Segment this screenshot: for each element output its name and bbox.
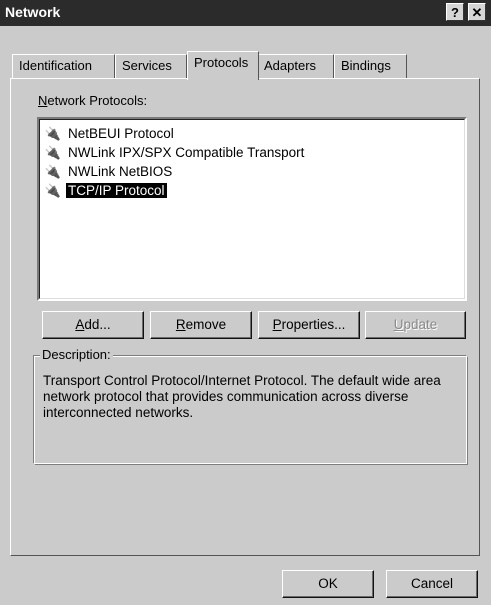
close-button[interactable]: ✕ bbox=[468, 3, 486, 21]
list-item[interactable]: 🔌 NetBEUI Protocol bbox=[44, 124, 176, 143]
network-protocol-icon: 🔌 bbox=[44, 126, 62, 141]
tab-identification[interactable]: Identification bbox=[12, 54, 115, 78]
protocols-listbox[interactable]: 🔌 NetBEUI Protocol 🔌 NWLink IPX/SPX Compat… bbox=[37, 117, 467, 301]
description-text: Transport Control Protocol/Internet Prot… bbox=[43, 373, 441, 420]
add-button[interactable]: Add... bbox=[42, 311, 144, 339]
network-protocol-icon: 🔌 bbox=[44, 164, 62, 179]
list-item-selected[interactable]: 🔌 TCP/IP Protocol bbox=[44, 181, 168, 200]
title-bar[interactable]: Network ? ✕ bbox=[0, 0, 491, 26]
remove-button[interactable]: Remove bbox=[150, 311, 252, 339]
cancel-button[interactable]: Cancel bbox=[386, 570, 478, 598]
network-dialog: Network ? ✕ Identification Services Adap… bbox=[0, 0, 491, 605]
tab-bindings[interactable]: Bindings bbox=[334, 54, 407, 78]
tab-adapters[interactable]: Adapters bbox=[257, 54, 334, 78]
tab-protocols[interactable]: Protocols bbox=[187, 51, 259, 80]
list-item[interactable]: 🔌 NWLink NetBIOS bbox=[44, 162, 174, 181]
properties-button[interactable]: Properties... bbox=[258, 311, 360, 339]
network-protocol-icon: 🔌 bbox=[44, 183, 62, 198]
list-item[interactable]: 🔌 NWLink IPX/SPX Compatible Transport bbox=[44, 143, 306, 162]
ok-button[interactable]: OK bbox=[282, 570, 374, 598]
network-protocol-icon: 🔌 bbox=[44, 145, 62, 160]
tab-services[interactable]: Services bbox=[115, 54, 187, 78]
description-label: Description: bbox=[40, 347, 113, 362]
help-button[interactable]: ? bbox=[446, 3, 464, 21]
update-button[interactable]: Update bbox=[365, 311, 466, 339]
network-protocols-label: Network Protocols: bbox=[38, 93, 148, 108]
window-title: Network bbox=[5, 4, 61, 20]
